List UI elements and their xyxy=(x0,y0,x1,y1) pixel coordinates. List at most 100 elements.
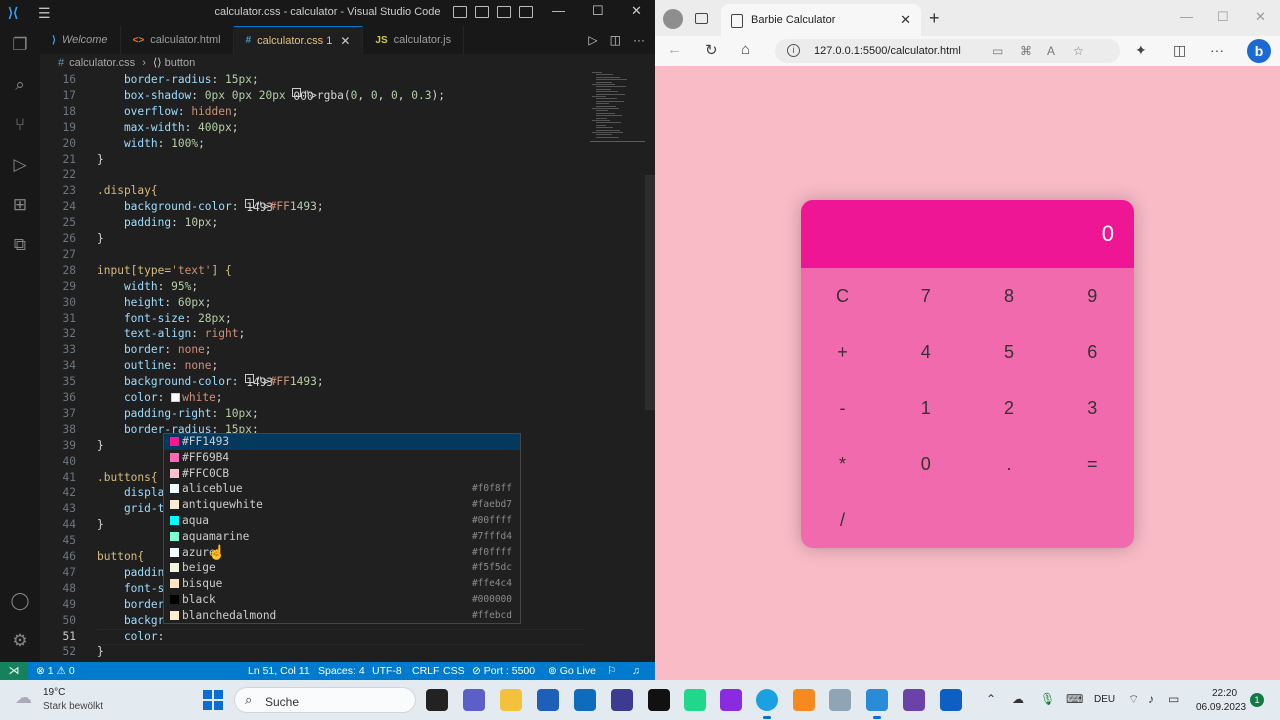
code-line[interactable]: 17 box-shadow: 0px 0px 20px 000">rgba(0,… xyxy=(40,87,585,104)
close-icon[interactable]: ✕ xyxy=(631,3,642,19)
calc-button[interactable]: . xyxy=(968,436,1051,492)
recorder-icon[interactable] xyxy=(940,689,962,711)
chevron-up-icon[interactable]: ⌃ xyxy=(986,692,996,706)
calc-button[interactable]: 0 xyxy=(884,436,967,492)
account-icon[interactable]: ◯ xyxy=(9,590,31,612)
go-live-button[interactable]: ⊚ Go Live xyxy=(548,662,596,680)
customize-layout-icon[interactable] xyxy=(519,6,533,18)
phpstorm-icon[interactable] xyxy=(720,689,742,711)
temperature[interactable]: 19°C xyxy=(43,687,65,698)
code-line[interactable]: 32 text-align: right; xyxy=(40,326,585,342)
suggestion-item[interactable]: #FF1493 xyxy=(164,434,520,450)
feedback-icon[interactable]: ⚐ xyxy=(607,662,616,680)
close-window-icon[interactable]: ✕ xyxy=(1255,9,1266,25)
new-tab-icon[interactable]: + xyxy=(929,8,940,29)
suggestion-item[interactable]: blanchedalmond #ffebcd xyxy=(164,608,520,624)
bing-copilot-icon[interactable]: b xyxy=(1247,39,1271,63)
code-line[interactable]: 16 border-radius: 15px; xyxy=(40,72,585,88)
toggle-sidebar-icon[interactable] xyxy=(453,6,467,18)
store-icon[interactable] xyxy=(537,689,559,711)
suggestion-item[interactable]: antiquewhite #faebd7 xyxy=(164,497,520,513)
toggle-panel-icon[interactable] xyxy=(475,6,489,18)
breadcrumb-file[interactable]: calculator.css xyxy=(69,57,135,69)
calc-button[interactable]: * xyxy=(801,436,884,492)
cursor-position[interactable]: Ln 51, Col 11 xyxy=(248,662,310,680)
weather-condition[interactable]: Stark bewölkt xyxy=(43,701,103,712)
problems-indicator[interactable]: ⊗ 1 ⚠ 0 xyxy=(36,662,75,680)
calc-button[interactable]: / xyxy=(801,492,884,548)
clock-date[interactable]: 06.09.2023 xyxy=(1196,702,1246,713)
onedrive-cloud-icon[interactable]: ☁ xyxy=(1012,692,1024,706)
code-line[interactable]: 29 width: 95%; xyxy=(40,279,585,295)
code-line[interactable]: 23 .display{ xyxy=(40,183,585,199)
tab-welcome[interactable]: ⟩ Welcome xyxy=(40,26,121,54)
maximize-icon[interactable]: ☐ xyxy=(1217,9,1229,25)
teams-chat-icon[interactable] xyxy=(463,689,485,711)
calc-button[interactable]: + xyxy=(801,324,884,380)
keyboard-icon[interactable]: ⌨ xyxy=(1066,692,1083,706)
refresh-icon[interactable]: ↻ xyxy=(705,41,718,59)
split-editor-icon[interactable]: ◫ xyxy=(610,33,621,47)
live-server-port[interactable]: ⊘ Port : 5500 xyxy=(472,662,535,680)
suggestion-item[interactable]: bisque #ffe4c4 xyxy=(164,576,520,592)
code-line[interactable]: 37 padding-right: 10px; xyxy=(40,406,585,422)
browser-tab[interactable]: Barbie Calculator ✕ xyxy=(721,4,921,36)
code-line[interactable]: 26} xyxy=(40,231,585,247)
explorer-icon[interactable]: ❐ xyxy=(9,34,31,56)
close-tab-icon[interactable]: ✕ xyxy=(900,12,911,28)
minimize-icon[interactable]: — xyxy=(1180,9,1193,24)
tab-actions-icon[interactable] xyxy=(695,13,708,24)
notifications-bell-icon[interactable]: ♫ xyxy=(632,662,640,680)
vscode-icon[interactable] xyxy=(866,689,888,711)
calc-button[interactable]: 2 xyxy=(968,380,1051,436)
pen-app-icon[interactable] xyxy=(611,689,633,711)
file-explorer-icon[interactable] xyxy=(500,689,522,711)
suggestion-item[interactable]: black #000000 xyxy=(164,592,520,608)
code-line[interactable]: 30 height: 60px; xyxy=(40,295,585,311)
split-screen-icon[interactable]: ◫ xyxy=(1173,42,1186,59)
calculator-display[interactable]: 0 xyxy=(801,200,1134,268)
calc-button[interactable]: = xyxy=(1051,436,1134,492)
run-debug-icon[interactable]: ▷ xyxy=(9,154,31,176)
code-line[interactable]: 27 xyxy=(40,247,585,263)
calc-button[interactable]: 5 xyxy=(968,324,1051,380)
language-mode[interactable]: CSS xyxy=(443,662,465,680)
code-line[interactable]: 28 input[type='text'] { xyxy=(40,263,585,279)
wifi-icon[interactable]: ⌔ xyxy=(1128,692,1139,707)
tab-calculator-html[interactable]: <> calculator.html xyxy=(121,26,234,54)
code-line[interactable]: 21} xyxy=(40,152,585,168)
code-line[interactable]: 34 outline: none; xyxy=(40,358,585,374)
tab-calculator-css[interactable]: # calculator.css 1 ✕ xyxy=(233,26,364,54)
suggestion-item[interactable]: aliceblue #f0f8ff xyxy=(164,481,520,497)
site-info-icon[interactable]: i xyxy=(787,44,800,57)
minimize-icon[interactable]: — xyxy=(552,3,565,18)
suggestion-item[interactable]: #FFC0CB xyxy=(164,466,520,482)
calc-button[interactable]: 7 xyxy=(884,268,967,324)
pycharm-icon[interactable] xyxy=(684,689,706,711)
edge-icon[interactable] xyxy=(756,689,778,711)
breadcrumb-symbol[interactable]: button xyxy=(165,57,196,69)
profile-avatar[interactable] xyxy=(663,9,683,29)
calc-button[interactable]: 9 xyxy=(1051,268,1134,324)
more-actions-icon[interactable]: ··· xyxy=(633,33,645,47)
cloud-weather-icon[interactable]: ☁ xyxy=(15,688,32,708)
back-icon[interactable]: ← xyxy=(667,41,682,58)
calc-button[interactable]: 8 xyxy=(968,268,1051,324)
run-icon[interactable]: ▷ xyxy=(588,33,597,47)
line-endings[interactable]: CRLF xyxy=(412,662,439,680)
headset-app-icon[interactable] xyxy=(903,689,925,711)
code-line[interactable]: 22 xyxy=(40,167,585,183)
suggestion-item[interactable]: beige #f5f5dc xyxy=(164,560,520,576)
more-menu-icon[interactable]: ··· xyxy=(1210,42,1224,58)
tab-calculator-js[interactable]: JS calculator.js xyxy=(363,26,465,54)
remote-explorer-icon[interactable]: ⧉ xyxy=(9,234,31,256)
calc-button[interactable]: 4 xyxy=(884,324,967,380)
search-icon[interactable]: ⌕ xyxy=(9,74,31,96)
toggle-secondary-sidebar-icon[interactable] xyxy=(497,6,511,18)
input-language[interactable]: DEU xyxy=(1094,694,1115,705)
notification-badge[interactable]: 1 xyxy=(1250,693,1264,707)
favorite-star-icon[interactable]: ☆ xyxy=(1073,44,1084,58)
code-line[interactable]: 35 background-color: 1493">#FF1493; xyxy=(40,374,585,390)
address-bar[interactable]: i 127.0.0.1:5500/calculator.html ▭ ⌘ A ☆ xyxy=(775,39,1120,63)
code-line[interactable]: 24 background-color: 1493">#FF1493; xyxy=(40,199,585,215)
